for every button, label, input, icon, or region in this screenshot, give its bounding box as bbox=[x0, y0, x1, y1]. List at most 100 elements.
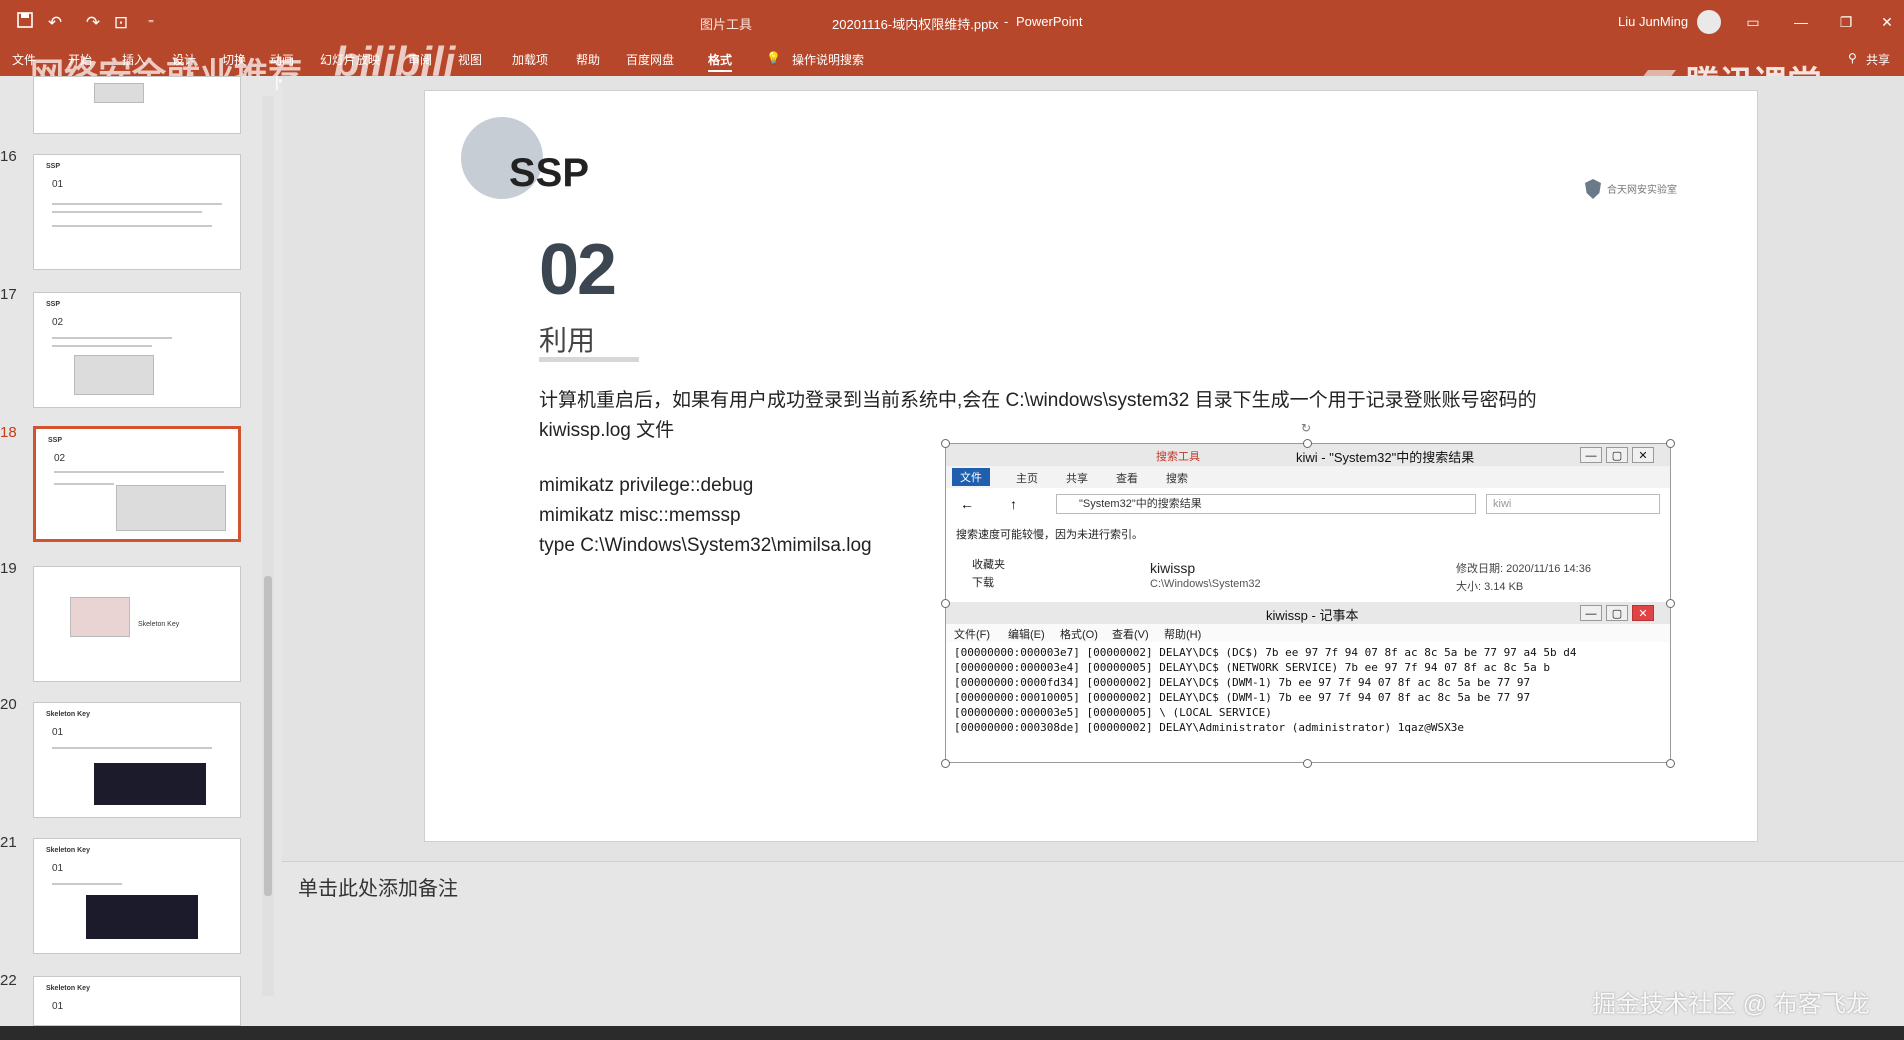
resize-handle[interactable] bbox=[941, 599, 950, 608]
lightbulb-icon: 💡 bbox=[766, 51, 781, 65]
app-name: PowerPoint bbox=[1016, 14, 1083, 29]
resize-handle[interactable] bbox=[1666, 599, 1675, 608]
thumb-number: 19 bbox=[0, 560, 17, 577]
explorer-title: kiwi - "System32"中的搜索结果 bbox=[1296, 450, 1475, 465]
log-line: [00000000:000003e5] [00000005] \ (LOCAL … bbox=[954, 706, 1272, 719]
slide-thumbnail-active[interactable]: SSP 02 bbox=[33, 426, 241, 542]
body-line[interactable]: mimikatz misc::memssp bbox=[539, 505, 741, 527]
thumb-subtitle: 01 bbox=[52, 727, 64, 738]
notepad-menu-item: 文件(F) bbox=[954, 629, 991, 641]
context-tools-label: 图片工具 bbox=[700, 17, 753, 32]
resize-handle[interactable] bbox=[941, 439, 950, 448]
thumb-subtitle: 01 bbox=[52, 863, 64, 874]
slide-thumbnails-pane: 16 SSP 01 17 SSP 02 18 SSP 02 19 Skeleto… bbox=[0, 76, 276, 1026]
logo-text: 合天网安实验室 bbox=[1607, 185, 1677, 196]
explorer-tab: 共享 bbox=[1066, 473, 1088, 485]
thumb-title: Skeleton Key bbox=[46, 985, 90, 992]
resize-handle[interactable] bbox=[1303, 759, 1312, 768]
tab-view[interactable]: 视图 bbox=[458, 51, 482, 68]
share-button[interactable]: 共享 bbox=[1866, 51, 1890, 68]
resize-handle[interactable] bbox=[1303, 439, 1312, 448]
thumb-number: 20 bbox=[0, 696, 17, 713]
section-title[interactable]: 利用 bbox=[539, 319, 595, 359]
slide-thumbnail-15[interactable] bbox=[33, 76, 241, 134]
notepad-menu: 文件(F) 编辑(E) 格式(O) 查看(V) 帮助(H) bbox=[946, 624, 1670, 642]
log-line: [00000000:000003e4] [00000005] DELAY\DC$… bbox=[954, 661, 1551, 674]
redo-icon[interactable]: ↷ bbox=[82, 12, 104, 34]
slide-thumbnail[interactable]: SSP 01 bbox=[33, 154, 241, 270]
rotate-handle-icon[interactable]: ↻ bbox=[1301, 421, 1311, 435]
customize-icon[interactable]: ⁼ bbox=[140, 12, 162, 34]
notepad-menu-item: 格式(O) bbox=[1060, 629, 1098, 641]
log-line: [00000000:000308de] [00000002] DELAY\Adm… bbox=[954, 721, 1464, 734]
present-icon[interactable]: ⊡ bbox=[110, 12, 132, 34]
maximize-icon: ▢ bbox=[1606, 605, 1628, 621]
slide-canvas[interactable]: SSP 合天网安实验室 02 利用 计算机重启后，如果有用户成功登录到当前系统中… bbox=[424, 90, 1758, 842]
title-separator: - bbox=[1004, 14, 1009, 29]
file-path: C:\Windows\System32 bbox=[1150, 578, 1261, 590]
notes-placeholder[interactable]: 单击此处添加备注 bbox=[298, 872, 458, 901]
scrollbar-thumb[interactable] bbox=[264, 576, 272, 896]
up-arrow-icon: ↑ bbox=[1010, 496, 1017, 512]
body-line[interactable]: kiwissp.log 文件 bbox=[539, 415, 674, 442]
title-bar: ↶ ↷ ⊡ ⁼ 图片工具 20201116-域内权限维持.pptx - Powe… bbox=[0, 0, 1904, 42]
close-icon[interactable]: ✕ bbox=[1876, 12, 1898, 32]
body-line[interactable]: type C:\Windows\System32\mimilsa.log bbox=[539, 535, 872, 557]
thumb-subtitle: 01 bbox=[52, 1001, 64, 1012]
avatar[interactable] bbox=[1697, 10, 1721, 34]
thumbnail-scrollbar[interactable] bbox=[262, 96, 274, 996]
embedded-screenshot[interactable]: 搜索工具 kiwi - "System32"中的搜索结果 — ▢ ✕ 文件 主页… bbox=[945, 443, 1671, 763]
tell-me-search[interactable]: 操作说明搜索 bbox=[792, 51, 864, 68]
resize-handle[interactable] bbox=[941, 759, 950, 768]
thumb-number: 17 bbox=[0, 286, 17, 303]
body-line[interactable]: mimikatz privilege::debug bbox=[539, 475, 753, 497]
thumb-subtitle: Skeleton Key bbox=[138, 621, 180, 628]
thumb-title: SSP bbox=[48, 437, 63, 444]
log-line: [00000000:0000fd34] [00000002] DELAY\DC$… bbox=[954, 676, 1531, 689]
slide-thumbnail[interactable]: Skeleton Key 01 bbox=[33, 702, 241, 818]
thumb-number: 16 bbox=[0, 148, 17, 165]
explorer-tab: 文件 bbox=[952, 468, 990, 486]
notepad-title: kiwissp - 记事本 bbox=[1266, 608, 1359, 623]
file-size: 大小: 3.14 KB bbox=[1456, 581, 1524, 593]
document-title: 20201116-域内权限维持.pptx bbox=[832, 17, 999, 32]
user-name[interactable]: Liu JunMing bbox=[1618, 14, 1688, 29]
save-icon[interactable] bbox=[14, 12, 36, 34]
watermark-bottom: 掘金技术社区 @ 布客飞龙 bbox=[1592, 991, 1870, 1018]
maximize-icon[interactable]: ❐ bbox=[1835, 12, 1857, 32]
slide-thumbnail[interactable]: SSP 02 bbox=[33, 292, 241, 408]
thumb-title: Skeleton Key bbox=[46, 711, 90, 718]
notepad-title-bar: kiwissp - 记事本 — ▢ ✕ bbox=[946, 602, 1670, 624]
shield-icon bbox=[1585, 179, 1601, 199]
tab-help[interactable]: 帮助 bbox=[576, 51, 600, 68]
ribbon-display-icon[interactable]: ▭ bbox=[1742, 12, 1764, 32]
file-name: kiwissp bbox=[1150, 560, 1196, 576]
explorer-tab: 查看 bbox=[1116, 473, 1138, 485]
notepad-menu-item: 编辑(E) bbox=[1008, 629, 1045, 641]
thumb-number: 18 bbox=[0, 424, 17, 441]
slide-thumbnail[interactable]: Skeleton Key 01 bbox=[33, 976, 241, 1026]
share-icon[interactable]: ⚲ bbox=[1848, 51, 1857, 65]
back-arrow-icon: ← bbox=[960, 496, 974, 512]
slide-thumbnail[interactable]: Skeleton Key 01 bbox=[33, 838, 241, 954]
explorer-ribbon: 文件 主页 共享 查看 搜索 bbox=[946, 466, 1670, 488]
slide-title[interactable]: SSP bbox=[509, 151, 589, 196]
body-line[interactable]: 计算机重启后，如果有用户成功登录到当前系统中,会在 C:\windows\sys… bbox=[539, 385, 1537, 412]
section-number[interactable]: 02 bbox=[539, 229, 617, 311]
status-bar bbox=[0, 1026, 1904, 1040]
file-modified: 修改日期: 2020/11/16 14:36 bbox=[1456, 563, 1591, 575]
notepad-content: [00000000:000003e7] [00000002] DELAY\DC$… bbox=[954, 646, 1654, 756]
tab-format[interactable]: 格式 bbox=[708, 51, 733, 72]
explorer-tab: 主页 bbox=[1016, 473, 1038, 485]
undo-icon[interactable]: ↶ bbox=[44, 12, 66, 34]
log-line: [00000000:000003e7] [00000002] DELAY\DC$… bbox=[954, 646, 1577, 659]
minimize-icon[interactable]: — bbox=[1790, 12, 1812, 32]
tab-addins[interactable]: 加载项 bbox=[512, 51, 548, 68]
address-bar: "System32"中的搜索结果 bbox=[1056, 494, 1476, 514]
slide-thumbnail[interactable]: Skeleton Key bbox=[33, 566, 241, 682]
tab-baidu[interactable]: 百度网盘 bbox=[626, 51, 674, 68]
explorer-tab: 搜索 bbox=[1166, 473, 1188, 485]
resize-handle[interactable] bbox=[1666, 759, 1675, 768]
thumb-title: SSP bbox=[46, 301, 61, 308]
resize-handle[interactable] bbox=[1666, 439, 1675, 448]
